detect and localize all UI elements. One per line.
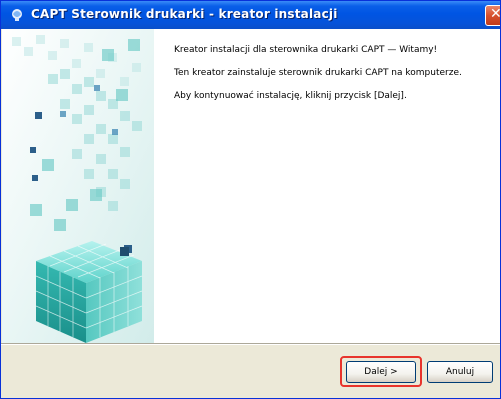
close-icon: ✕ [490, 6, 501, 22]
footer-separator [1, 343, 500, 345]
welcome-heading: Kreator instalacji dla sterownika drukar… [174, 45, 438, 55]
printer-setup-icon [12, 9, 22, 21]
close-button[interactable]: ✕ [485, 5, 501, 26]
instruction-text: Aby kontynuować instalację, kliknij przy… [174, 91, 407, 101]
next-button[interactable]: Dalej > [346, 361, 416, 383]
title-bar[interactable]: CAPT Sterownik drukarki - kreator instal… [1, 1, 501, 29]
wizard-content: Kreator instalacji dla sterownika drukar… [2, 29, 500, 343]
wizard-text: Kreator instalacji dla sterownika drukar… [174, 45, 484, 114]
cancel-button[interactable]: Anuluj [427, 361, 493, 383]
window-title: CAPT Sterownik drukarki - kreator instal… [31, 7, 338, 21]
wizard-banner-image [2, 29, 154, 343]
intro-text: Ten kreator zainstaluje sterownik drukar… [174, 68, 462, 78]
installer-window: CAPT Sterownik drukarki - kreator instal… [0, 0, 501, 399]
